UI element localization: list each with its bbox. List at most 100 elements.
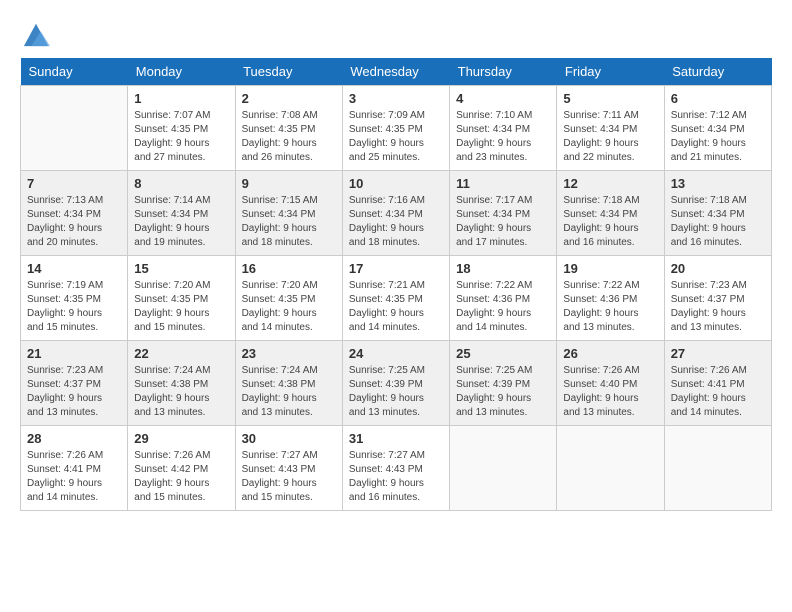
day-info: Sunrise: 7:12 AMSunset: 4:34 PMDaylight:… — [671, 109, 765, 165]
day-info: Sunrise: 7:23 AMSunset: 4:37 PMDaylight:… — [671, 279, 765, 335]
calendar-day-cell: 1 Sunrise: 7:07 AMSunset: 4:35 PMDaylight… — [128, 86, 235, 171]
day-info: Sunrise: 7:24 AMSunset: 4:38 PMDaylight:… — [242, 364, 336, 420]
day-number: 26 — [563, 346, 657, 361]
day-info: Sunrise: 7:17 AMSunset: 4:34 PMDaylight:… — [456, 194, 550, 250]
calendar-day-cell: 30Sunrise: 7:27 AMSunset: 4:43 PMDayligh… — [235, 426, 342, 511]
calendar-day-cell: 23 Sunrise: 7:24 AMSunset: 4:38 PMDayligh… — [235, 341, 342, 426]
calendar-day-cell: 5 Sunrise: 7:11 AMSunset: 4:34 PMDaylight… — [557, 86, 664, 171]
day-info: Sunrise: 7:25 AMSunset: 4:39 PMDaylight:… — [456, 364, 550, 420]
day-info: Sunrise: 7:23 AMSunset: 4:37 PMDaylight:… — [27, 364, 121, 420]
calendar-day-cell: 27Sunrise: 7:26 AMSunset: 4:41 PMDayligh… — [664, 341, 771, 426]
calendar-day-cell: 29 Sunrise: 7:26 AMSunset: 4:42 PMDayligh… — [128, 426, 235, 511]
calendar-day-cell: 2 Sunrise: 7:08 AMSunset: 4:35 PMDaylight… — [235, 86, 342, 171]
calendar-day-cell: 11 Sunrise: 7:17 AMSunset: 4:34 PMDayligh… — [450, 171, 557, 256]
day-info: Sunrise: 7:18 AMSunset: 4:34 PMDaylight:… — [671, 194, 765, 250]
day-info: Sunrise: 7:15 AMSunset: 4:34 PMDaylight:… — [242, 194, 336, 250]
day-number: 19 — [563, 261, 657, 276]
day-number: 5 — [563, 91, 657, 106]
day-number: 22 — [134, 346, 228, 361]
day-number: 4 — [456, 91, 550, 106]
day-info: Sunrise: 7:20 AMSunset: 4:35 PMDaylight:… — [134, 279, 228, 335]
day-number: 30 — [242, 431, 336, 446]
day-number: 10 — [349, 176, 443, 191]
day-number: 13 — [671, 176, 765, 191]
calendar-week-row: 7 Sunrise: 7:13 AMSunset: 4:34 PMDaylight… — [21, 171, 772, 256]
day-info: Sunrise: 7:20 AMSunset: 4:35 PMDaylight:… — [242, 279, 336, 335]
day-number: 1 — [134, 91, 228, 106]
day-number: 20 — [671, 261, 765, 276]
day-number: 31 — [349, 431, 443, 446]
day-info: Sunrise: 7:26 AMSunset: 4:41 PMDaylight:… — [27, 449, 121, 505]
calendar-day-cell: 12 Sunrise: 7:18 AMSunset: 4:34 PMDayligh… — [557, 171, 664, 256]
weekday-header-monday: Monday — [128, 58, 235, 86]
day-info: Sunrise: 7:08 AMSunset: 4:35 PMDaylight:… — [242, 109, 336, 165]
calendar-day-cell: 8 Sunrise: 7:14 AMSunset: 4:34 PMDaylight… — [128, 171, 235, 256]
day-number: 14 — [27, 261, 121, 276]
empty-day-cell — [450, 426, 557, 511]
calendar-day-cell: 16 Sunrise: 7:20 AMSunset: 4:35 PMDayligh… — [235, 256, 342, 341]
day-number: 8 — [134, 176, 228, 191]
calendar-day-cell: 15 Sunrise: 7:20 AMSunset: 4:35 PMDayligh… — [128, 256, 235, 341]
weekday-header-friday: Friday — [557, 58, 664, 86]
day-info: Sunrise: 7:21 AMSunset: 4:35 PMDaylight:… — [349, 279, 443, 335]
calendar-table: SundayMondayTuesdayWednesdayThursdayFrid… — [20, 58, 772, 511]
weekday-header-saturday: Saturday — [664, 58, 771, 86]
day-number: 25 — [456, 346, 550, 361]
calendar-day-cell: 3Sunrise: 7:09 AMSunset: 4:35 PMDaylight… — [342, 86, 449, 171]
day-info: Sunrise: 7:18 AMSunset: 4:34 PMDaylight:… — [563, 194, 657, 250]
day-info: Sunrise: 7:11 AMSunset: 4:34 PMDaylight:… — [563, 109, 657, 165]
calendar-day-cell: 26 Sunrise: 7:26 AMSunset: 4:40 PMDayligh… — [557, 341, 664, 426]
calendar-week-row: 28 Sunrise: 7:26 AMSunset: 4:41 PMDayligh… — [21, 426, 772, 511]
calendar-day-cell: 24 Sunrise: 7:25 AMSunset: 4:39 PMDayligh… — [342, 341, 449, 426]
calendar-day-cell: 20 Sunrise: 7:23 AMSunset: 4:37 PMDayligh… — [664, 256, 771, 341]
calendar-week-row: 1 Sunrise: 7:07 AMSunset: 4:35 PMDaylight… — [21, 86, 772, 171]
day-info: Sunrise: 7:26 AMSunset: 4:40 PMDaylight:… — [563, 364, 657, 420]
calendar-day-cell: 10 Sunrise: 7:16 AMSunset: 4:34 PMDayligh… — [342, 171, 449, 256]
logo — [20, 20, 50, 42]
calendar-week-row: 14Sunrise: 7:19 AMSunset: 4:35 PMDayligh… — [21, 256, 772, 341]
day-number: 15 — [134, 261, 228, 276]
calendar-day-cell: 4 Sunrise: 7:10 AMSunset: 4:34 PMDaylight… — [450, 86, 557, 171]
day-info: Sunrise: 7:16 AMSunset: 4:34 PMDaylight:… — [349, 194, 443, 250]
calendar-day-cell: 7 Sunrise: 7:13 AMSunset: 4:34 PMDaylight… — [21, 171, 128, 256]
calendar-day-cell: 14Sunrise: 7:19 AMSunset: 4:35 PMDayligh… — [21, 256, 128, 341]
day-number: 2 — [242, 91, 336, 106]
day-info: Sunrise: 7:27 AMSunset: 4:43 PMDaylight:… — [349, 449, 443, 505]
calendar-day-cell: 25 Sunrise: 7:25 AMSunset: 4:39 PMDayligh… — [450, 341, 557, 426]
day-info: Sunrise: 7:26 AMSunset: 4:42 PMDaylight:… — [134, 449, 228, 505]
day-number: 16 — [242, 261, 336, 276]
day-number: 7 — [27, 176, 121, 191]
weekday-header-row: SundayMondayTuesdayWednesdayThursdayFrid… — [21, 58, 772, 86]
day-number: 28 — [27, 431, 121, 446]
weekday-header-wednesday: Wednesday — [342, 58, 449, 86]
day-info: Sunrise: 7:22 AMSunset: 4:36 PMDaylight:… — [456, 279, 550, 335]
calendar-day-cell: 22Sunrise: 7:24 AMSunset: 4:38 PMDayligh… — [128, 341, 235, 426]
day-info: Sunrise: 7:10 AMSunset: 4:34 PMDaylight:… — [456, 109, 550, 165]
logo-icon — [22, 20, 50, 48]
day-number: 21 — [27, 346, 121, 361]
day-info: Sunrise: 7:14 AMSunset: 4:34 PMDaylight:… — [134, 194, 228, 250]
calendar-day-cell: 21 Sunrise: 7:23 AMSunset: 4:37 PMDayligh… — [21, 341, 128, 426]
day-info: Sunrise: 7:13 AMSunset: 4:34 PMDaylight:… — [27, 194, 121, 250]
calendar-day-cell: 28 Sunrise: 7:26 AMSunset: 4:41 PMDayligh… — [21, 426, 128, 511]
weekday-header-tuesday: Tuesday — [235, 58, 342, 86]
header — [20, 20, 772, 42]
calendar-day-cell: 19 Sunrise: 7:22 AMSunset: 4:36 PMDayligh… — [557, 256, 664, 341]
calendar-day-cell: 13 Sunrise: 7:18 AMSunset: 4:34 PMDayligh… — [664, 171, 771, 256]
day-number: 24 — [349, 346, 443, 361]
day-info: Sunrise: 7:07 AMSunset: 4:35 PMDaylight:… — [134, 109, 228, 165]
day-number: 6 — [671, 91, 765, 106]
day-number: 12 — [563, 176, 657, 191]
empty-day-cell — [664, 426, 771, 511]
day-number: 29 — [134, 431, 228, 446]
day-info: Sunrise: 7:25 AMSunset: 4:39 PMDaylight:… — [349, 364, 443, 420]
day-number: 18 — [456, 261, 550, 276]
day-number: 3 — [349, 91, 443, 106]
calendar-day-cell: 31 Sunrise: 7:27 AMSunset: 4:43 PMDayligh… — [342, 426, 449, 511]
calendar-day-cell: 6 Sunrise: 7:12 AMSunset: 4:34 PMDaylight… — [664, 86, 771, 171]
day-info: Sunrise: 7:22 AMSunset: 4:36 PMDaylight:… — [563, 279, 657, 335]
day-number: 11 — [456, 176, 550, 191]
day-number: 23 — [242, 346, 336, 361]
day-number: 17 — [349, 261, 443, 276]
weekday-header-sunday: Sunday — [21, 58, 128, 86]
